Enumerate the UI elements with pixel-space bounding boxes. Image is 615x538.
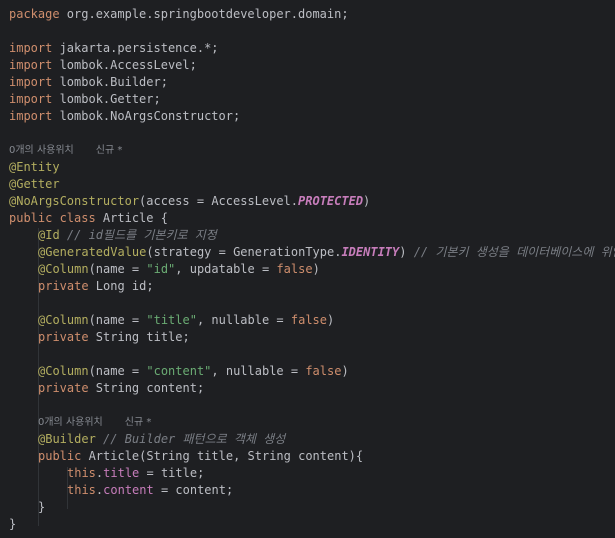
code-token: import [9,92,53,106]
code-token: String content; [88,381,205,395]
code-token: package [9,7,60,21]
code-token: @Builder [38,432,96,446]
code-token: } [9,517,17,531]
code-line: private String content; [9,380,204,397]
code-token: Long id; [88,279,154,293]
code-token: @Id [38,228,60,242]
code-token: public [38,449,82,463]
code-token: "id" [146,262,176,276]
code-token: (name = [88,364,147,378]
code-line: } [9,516,16,533]
code-token: , updatable = [175,262,277,276]
code-token: public class [9,211,96,225]
code-token: = title; [139,466,205,480]
code-token: @Getter [9,177,60,191]
author-hint[interactable]: 신규 * [96,145,123,156]
code-token: } [38,500,46,514]
code-token: import [9,41,53,55]
code-token: import [9,75,53,89]
code-token: ) [327,313,335,327]
usage-hint: 0개의 사용위치 신규 * [9,414,151,431]
code-token: @Entity [9,160,60,174]
code-token: import [9,109,53,123]
code-line: @Column(name = "id", updatable = false) [9,261,320,278]
code-token: PROTECTED [298,194,364,208]
code-token: // 기본키 생성을 데이터베이스에 위임 [406,245,615,259]
code-token: = AccessLevel. [189,194,299,208]
code-token: , nullable = [211,364,306,378]
code-line: import jakarta.persistence.*; [9,40,219,57]
code-line: @Column(name = "title", nullable = false… [9,312,334,329]
code-token: jakarta.persistence.*; [52,41,219,55]
code-token: @NoArgsConstructor [9,194,140,208]
code-line: import lombok.NoArgsConstructor; [9,108,240,125]
code-line: @NoArgsConstructor(access = AccessLevel.… [9,193,370,210]
code-token: Article { [95,211,168,225]
code-editor[interactable]: package org.example.springbootdeveloper.… [0,0,615,538]
code-token: false [290,313,327,327]
code-token: false [276,262,313,276]
code-line: import lombok.Builder; [9,74,168,91]
code-line: public class Article { [9,210,168,227]
code-token: private [38,279,89,293]
code-token: import [9,58,53,72]
code-token: lombok.Getter; [52,92,161,106]
code-token: @Column [38,313,89,327]
code-token: lombok.NoArgsConstructor; [52,109,241,123]
code-token: // Builder 패턴으로 객체 생성 [95,432,286,446]
code-token: , nullable = [196,313,291,327]
code-token: IDENTITY [341,245,400,259]
code-line: @Column(name = "content", nullable = fal… [9,363,349,380]
usage-hint: 0개의 사용위치 신규 * [9,142,122,159]
usage-count[interactable]: 0개의 사용위치 [38,417,103,428]
code-line: private Long id; [9,278,154,295]
code-token: ) [341,364,349,378]
code-line: } [9,499,45,516]
code-token: @GeneratedValue [38,245,147,259]
code-token: ) [363,194,371,208]
code-token: title [103,466,140,480]
code-token: = content; [153,483,234,497]
code-token: (name = [88,262,147,276]
code-token: ) [312,262,320,276]
code-token: (name = [88,313,147,327]
code-line: private String title; [9,329,190,346]
code-line: import lombok.Getter; [9,91,161,108]
code-token: this [67,466,96,480]
code-token: @Column [38,262,89,276]
code-token: content [103,483,154,497]
code-token: Article(String title, String content){ [81,449,364,463]
code-token: "content" [146,364,212,378]
code-line: @Builder // Builder 패턴으로 객체 생성 [9,431,285,448]
author-hint[interactable]: 신규 * [125,417,152,428]
code-token: (strategy = GenerationType. [146,245,342,259]
code-token: "title" [146,313,197,327]
code-token: private [38,330,89,344]
code-line: public Article(String title, String cont… [9,448,363,465]
code-line: @Id // id필드를 기본키로 지정 [9,227,217,244]
code-token: private [38,381,89,395]
code-token: lombok.Builder; [52,75,168,89]
code-line: package org.example.springbootdeveloper.… [9,6,349,23]
code-token: lombok.AccessLevel; [52,58,197,72]
code-token: @Column [38,364,89,378]
usage-count[interactable]: 0개의 사용위치 [9,145,74,156]
code-line: @GeneratedValue(strategy = GenerationTyp… [9,244,615,261]
code-line: @Getter [9,176,60,193]
code-token: String title; [88,330,190,344]
code-token: false [305,364,342,378]
code-token: this [67,483,96,497]
code-token: // id필드를 기본키로 지정 [59,228,217,242]
code-token: org.example.springbootdeveloper.domain; [59,7,349,21]
code-line: @Entity [9,159,60,176]
code-line: this.title = title; [9,465,204,482]
code-line: this.content = content; [9,482,233,499]
code-token: access [146,194,190,208]
code-line: import lombok.AccessLevel; [9,57,197,74]
